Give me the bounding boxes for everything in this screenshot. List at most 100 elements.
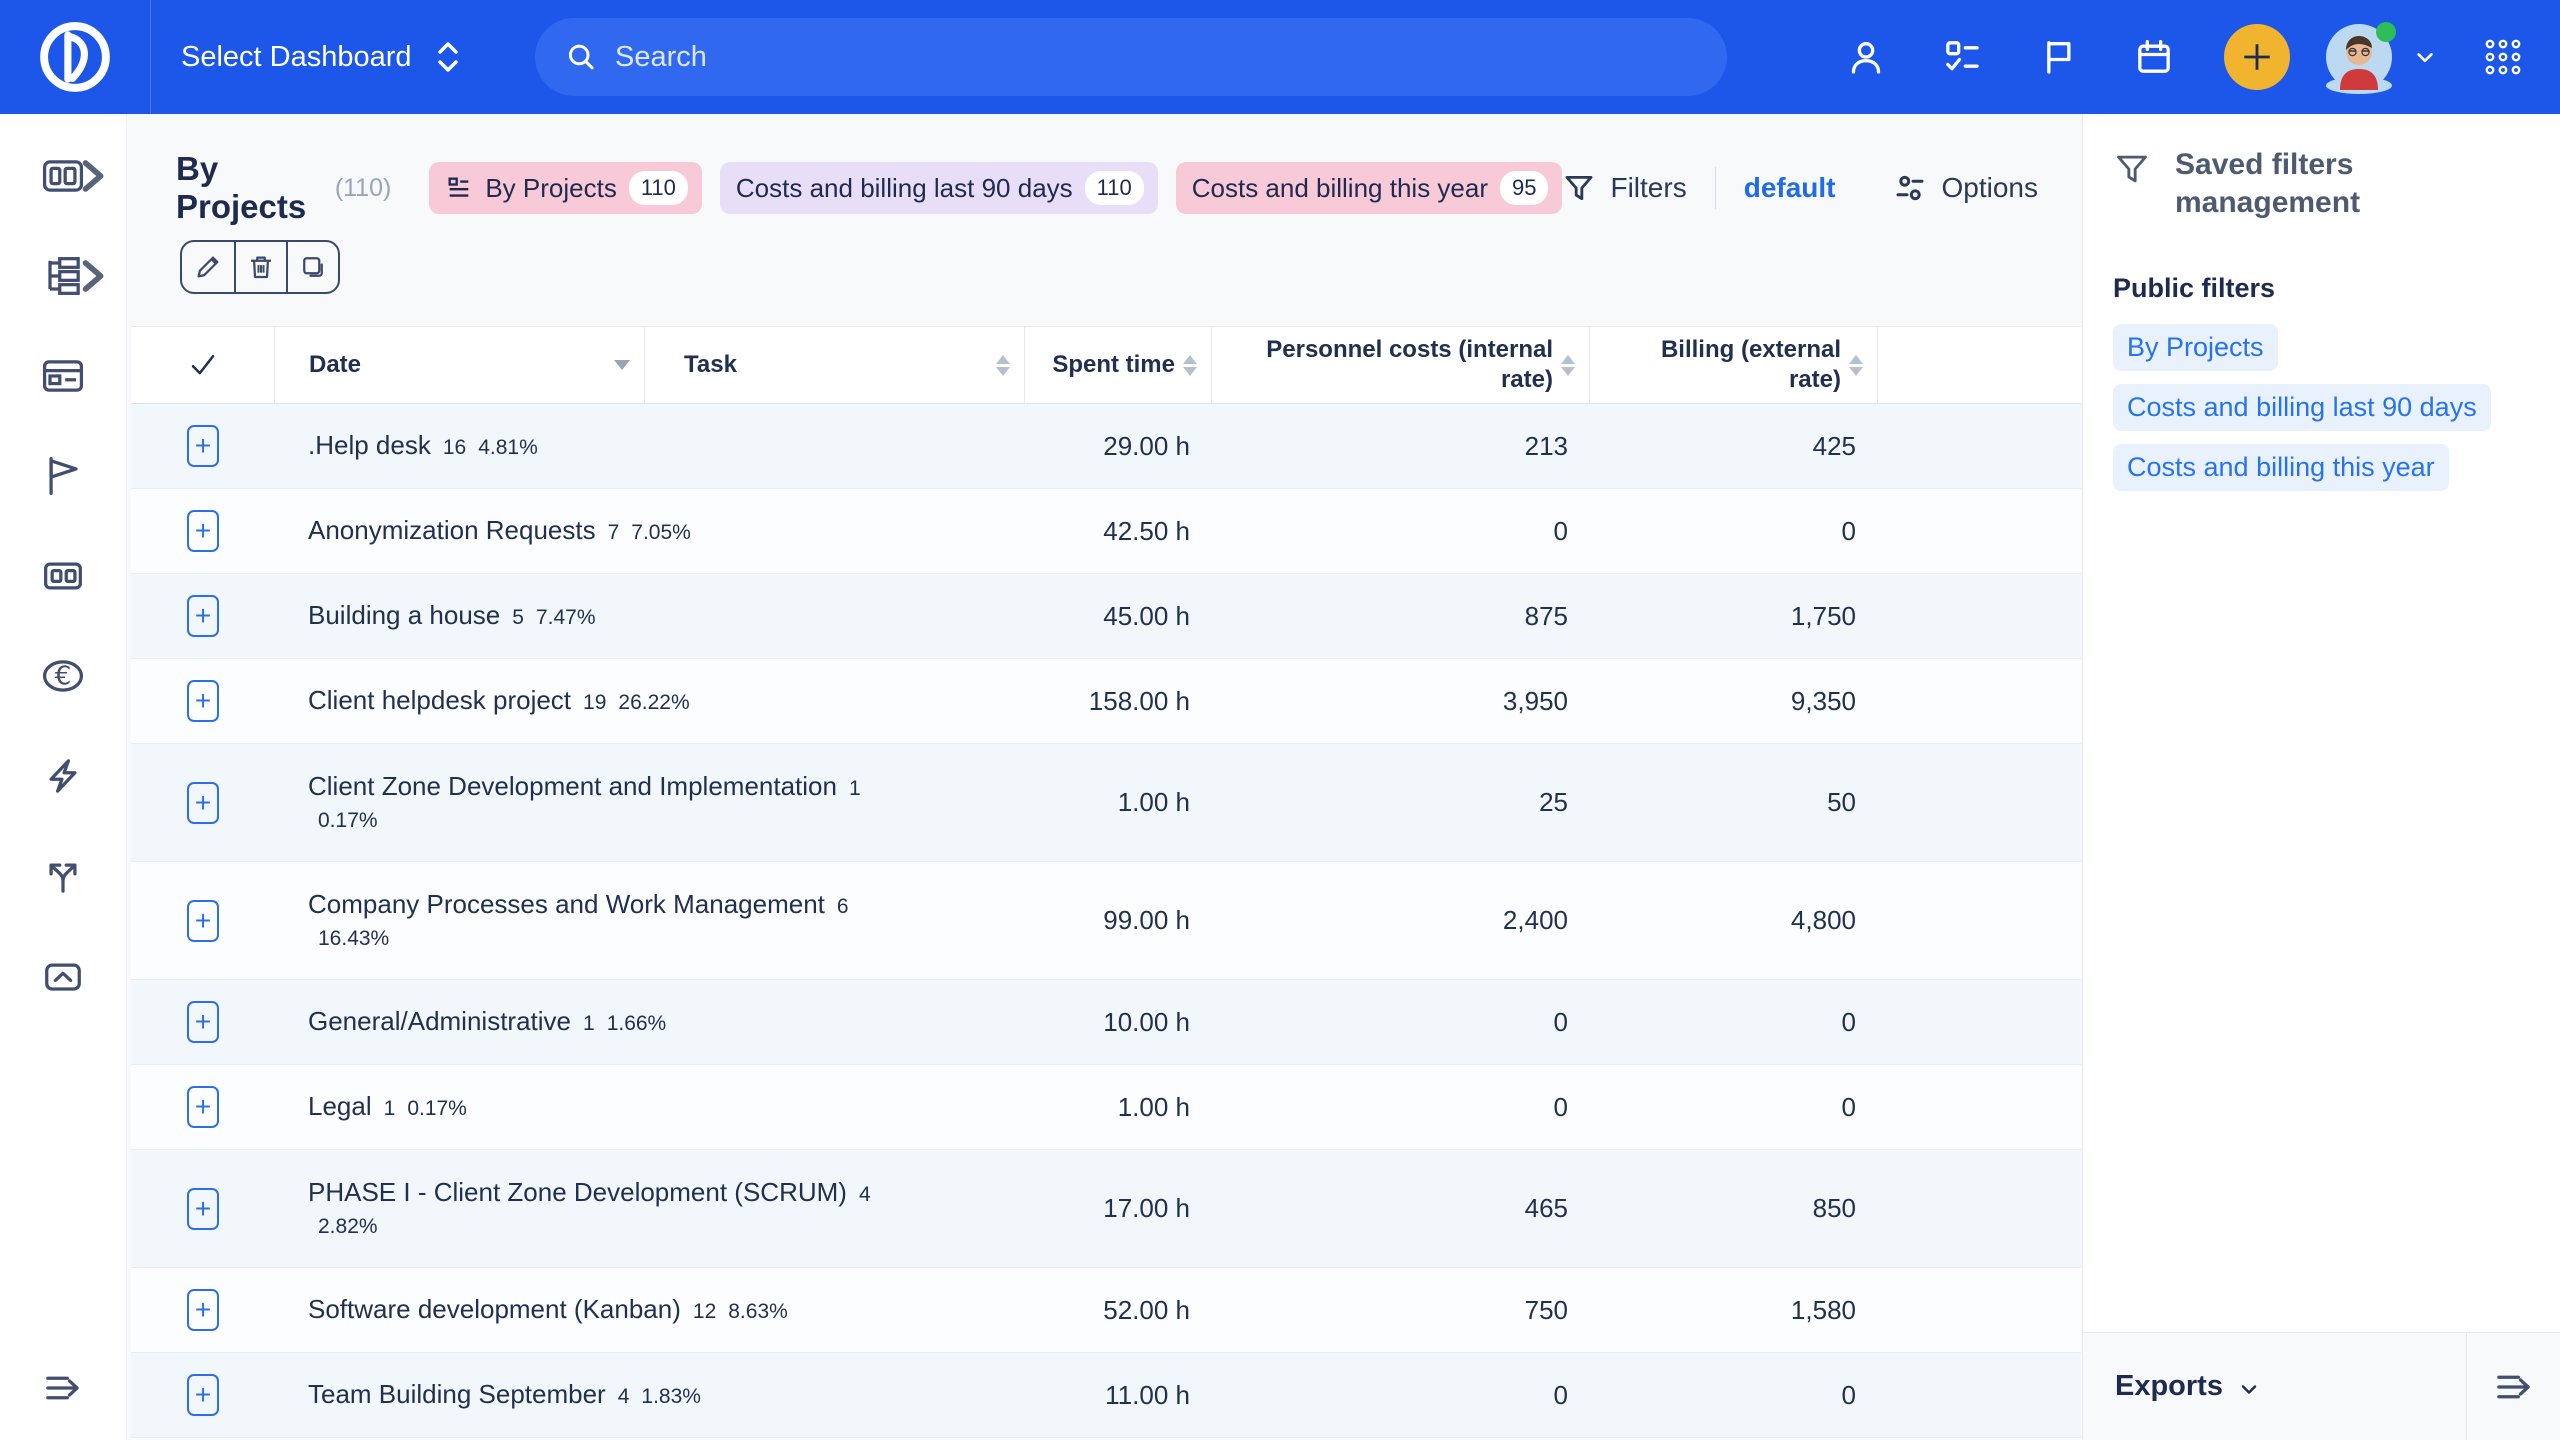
- saved-filter-chip[interactable]: Costs and billing last 90 days 110: [720, 162, 1158, 214]
- spent-time-cell: 42.50 h: [1025, 516, 1212, 547]
- saved-filter-chip[interactable]: By Projects 110: [429, 162, 702, 214]
- expand-row-button[interactable]: +: [187, 1188, 219, 1230]
- table-row[interactable]: + Anonymization Requests77.05% 42.50 h 0…: [131, 489, 2081, 574]
- task-count: 7: [608, 521, 620, 544]
- expand-row-button[interactable]: +: [187, 1086, 219, 1128]
- pencil-icon: [193, 252, 223, 282]
- table-row[interactable]: + PHASE I - Client Zone Development (SCR…: [131, 1150, 2081, 1268]
- add-button[interactable]: [2224, 24, 2290, 90]
- column-header-personnel-costs[interactable]: Personnel costs (internal rate): [1212, 327, 1590, 403]
- expand-row-button[interactable]: +: [187, 1289, 219, 1331]
- table-row[interactable]: + Client Zone Development and Implementa…: [131, 744, 2081, 862]
- table-row[interactable]: + Legal10.17% 1.00 h 0 0: [131, 1065, 2081, 1150]
- project-name: Legal: [308, 1091, 372, 1121]
- expand-row-button[interactable]: +: [187, 595, 219, 637]
- panel-arrow-icon: [2488, 1361, 2540, 1413]
- options-button[interactable]: Options: [1892, 170, 2039, 206]
- billing-cell: 0: [1590, 516, 1878, 547]
- selection-toolbar: [180, 240, 340, 294]
- duplicate-button[interactable]: [286, 242, 338, 292]
- default-filter-link[interactable]: default: [1744, 172, 1836, 204]
- task-percent: 2.82%: [318, 1213, 1025, 1241]
- spent-time-cell: 10.00 h: [1025, 1007, 1212, 1038]
- billing-cell: 0: [1590, 1380, 1878, 1411]
- expand-row-button[interactable]: +: [187, 1001, 219, 1043]
- public-filter-link[interactable]: By Projects: [2113, 324, 2278, 371]
- table-row[interactable]: + .Help desk164.81% 29.00 h 213 425: [131, 404, 2081, 489]
- column-header-task[interactable]: Task: [645, 327, 1025, 403]
- report-card-icon: [37, 550, 89, 602]
- sidebar-item-hierarchy[interactable]: [0, 226, 126, 326]
- table-row[interactable]: + Software development (Kanban)128.63% 5…: [131, 1268, 2081, 1353]
- expand-row-button[interactable]: +: [187, 425, 219, 467]
- profile-icon[interactable]: [1846, 37, 1886, 77]
- column-header-empty: [1878, 327, 2081, 403]
- exports-button[interactable]: Exports: [2083, 1333, 2466, 1440]
- expand-row-button[interactable]: +: [187, 1374, 219, 1416]
- apps-grid-icon[interactable]: [2482, 36, 2524, 78]
- search-bar[interactable]: [535, 18, 1727, 96]
- sidebar-item-finance[interactable]: €: [0, 626, 126, 726]
- search-input[interactable]: [615, 41, 1697, 74]
- expand-row-button[interactable]: +: [187, 782, 219, 824]
- sidebar-collapse-toggle[interactable]: [0, 1362, 126, 1414]
- dashboard-selector-label: Select Dashboard: [181, 41, 412, 74]
- flag-icon[interactable]: [2038, 37, 2078, 77]
- column-header-date[interactable]: Date: [275, 327, 645, 403]
- chevron-down-icon: [2237, 1377, 2261, 1401]
- sliders-icon: [1892, 170, 1928, 206]
- personnel-costs-cell: 213: [1212, 431, 1590, 462]
- expand-row-button[interactable]: +: [187, 680, 219, 722]
- column-label: Billing (external rate): [1621, 335, 1841, 395]
- billing-cell: 425: [1590, 431, 1878, 462]
- sidebar-item-dashboards[interactable]: [0, 126, 126, 226]
- sidebar-item-archive[interactable]: [0, 926, 126, 1026]
- topbar: Select Dashboard: [0, 0, 2560, 114]
- sidebar-item-reports[interactable]: [0, 526, 126, 626]
- public-filter-link[interactable]: Costs and billing last 90 days: [2113, 384, 2491, 431]
- public-filter-link[interactable]: Costs and billing this year: [2113, 444, 2449, 491]
- user-avatar[interactable]: [2326, 24, 2392, 90]
- public-filters-list: By Projects Costs and billing last 90 da…: [2083, 324, 2560, 491]
- sidebar-expand-chevron[interactable]: [66, 150, 118, 202]
- task-count: 1: [849, 777, 861, 800]
- calendar-icon[interactable]: [2134, 37, 2174, 77]
- saved-filter-chip[interactable]: Costs and billing this year 95: [1176, 162, 1563, 214]
- column-header-billing[interactable]: Billing (external rate): [1590, 327, 1878, 403]
- table-row[interactable]: + Team Building September41.83% 11.00 h …: [131, 1353, 2081, 1438]
- funnel-icon: [1562, 171, 1596, 205]
- table-row[interactable]: + General/Administrative11.66% 10.00 h 0…: [131, 980, 2081, 1065]
- sidebar-item-milestones[interactable]: [0, 426, 126, 526]
- expand-row-button[interactable]: +: [187, 900, 219, 942]
- filters-button[interactable]: Filters: [1562, 171, 1686, 205]
- billing-cell: 850: [1590, 1193, 1878, 1224]
- expand-row-button[interactable]: +: [187, 510, 219, 552]
- table-header: Date Task Spent time Personnel costs (in…: [131, 326, 2081, 404]
- edit-button[interactable]: [182, 242, 234, 292]
- table-row[interactable]: + Company Processes and Work Management6…: [131, 862, 2081, 980]
- task-list-icon[interactable]: [1942, 37, 1982, 77]
- task-cell: Client helpdesk project1926.22%: [275, 683, 1025, 718]
- board-icon: [445, 174, 473, 202]
- header-actions: Filters default Options: [1562, 167, 2038, 209]
- delete-button[interactable]: [234, 242, 286, 292]
- panel-collapse-toggle[interactable]: [2466, 1333, 2560, 1440]
- dashboard-selector[interactable]: Select Dashboard: [181, 39, 462, 75]
- task-count: 12: [693, 1300, 716, 1323]
- project-name: PHASE I - Client Zone Development (SCRUM…: [308, 1177, 847, 1207]
- sidebar-item-workflows[interactable]: [0, 826, 126, 926]
- column-header-spent-time[interactable]: Spent time: [1025, 327, 1212, 403]
- avatar-chevron-down-icon[interactable]: [2412, 44, 2438, 70]
- project-name: General/Administrative: [308, 1006, 571, 1036]
- row-expand-cell: +: [131, 595, 275, 637]
- select-all-header[interactable]: [131, 327, 275, 403]
- personnel-costs-cell: 750: [1212, 1295, 1590, 1326]
- table-row[interactable]: + Building a house57.47% 45.00 h 875 1,7…: [131, 574, 2081, 659]
- table-row[interactable]: + Client helpdesk project1926.22% 158.00…: [131, 659, 2081, 744]
- sidebar-item-boards[interactable]: [0, 326, 126, 426]
- app-logo[interactable]: [0, 0, 150, 114]
- project-name: Team Building September: [308, 1379, 606, 1409]
- sidebar-expand-chevron[interactable]: [66, 250, 118, 302]
- sidebar-item-automations[interactable]: [0, 726, 126, 826]
- check-icon: [188, 350, 218, 380]
